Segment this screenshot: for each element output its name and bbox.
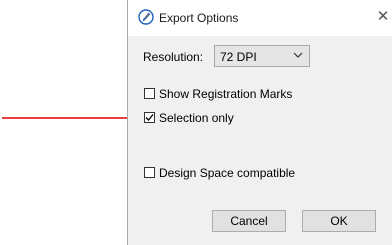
export-options-dialog: Export Options ✕ Resolution: 72 DPI Show… — [127, 0, 392, 245]
design-space-compatible-checkbox[interactable] — [144, 167, 155, 178]
cancel-button[interactable]: Cancel — [212, 210, 286, 232]
ok-button[interactable]: OK — [302, 210, 376, 232]
checkmark-icon — [145, 114, 154, 121]
resolution-select-value: 72 DPI — [220, 50, 257, 64]
show-registration-marks-label: Show Registration Marks — [159, 87, 293, 101]
dialog-titlebar: Export Options ✕ — [128, 0, 392, 36]
selection-only-label: Selection only — [159, 111, 234, 125]
resolution-label: Resolution: — [143, 50, 204, 64]
design-space-compatible-label: Design Space compatible — [159, 166, 296, 180]
dialog-title: Export Options — [159, 11, 239, 25]
close-button[interactable]: ✕ — [374, 6, 392, 28]
annotation-arrow-icon — [2, 112, 140, 124]
chevron-down-icon — [293, 52, 303, 58]
pen-nib-icon — [138, 9, 154, 25]
selection-only-checkbox[interactable] — [144, 112, 155, 123]
resolution-select[interactable]: 72 DPI — [214, 45, 310, 67]
show-registration-marks-checkbox[interactable] — [144, 88, 155, 99]
screenshot-stage: Export Options ✕ Resolution: 72 DPI Show… — [0, 0, 392, 245]
close-icon: ✕ — [376, 8, 390, 25]
